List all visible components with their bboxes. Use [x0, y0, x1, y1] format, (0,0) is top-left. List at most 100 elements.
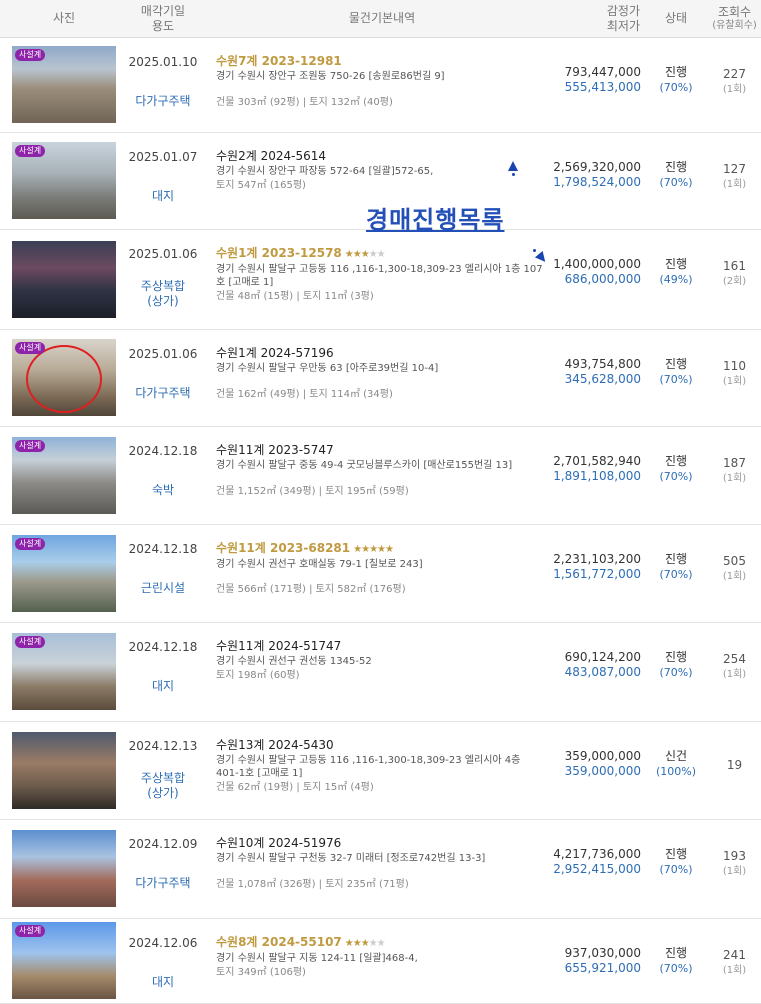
header-date-usage[interactable]: 매각기일 용도	[120, 0, 206, 37]
property-photo[interactable]: 사설계	[12, 46, 116, 123]
views-block: 227 (1회)	[708, 67, 761, 97]
property-photo[interactable]	[12, 830, 116, 907]
header-minimum-label: 최저가	[606, 18, 640, 33]
private-auction-badge: 사설계	[15, 538, 46, 550]
property-usage: 대지	[118, 189, 208, 204]
property-photo[interactable]: 사설계	[12, 142, 116, 219]
property-photo[interactable]: 사설계	[12, 339, 116, 416]
case-number-link[interactable]: 수원8계 2024-55107 ★★★★★	[216, 935, 546, 951]
auction-row[interactable]: 사설계 2024.12.06 대지 수원8계 2024-55107 ★★★★★ 경기 수원…	[0, 918, 761, 1004]
arrow-up-icon	[508, 161, 518, 171]
appraisal-price: 793,447,000	[564, 65, 641, 79]
case-number: 수원1계 2024-57196	[216, 346, 334, 360]
appraisal-price: 937,030,000	[564, 946, 641, 960]
property-usage: 숙박	[118, 483, 208, 498]
auction-row[interactable]: 사설계 2024.12.18 근린시설 수원11계 2023-68281 ★★★★★ 경기…	[0, 524, 761, 623]
minimum-price: 345,628,000	[564, 372, 641, 386]
price-block: 2,569,320,000 1,798,524,000	[540, 160, 641, 190]
views-block: 110 (1회)	[708, 359, 761, 389]
auction-row[interactable]: 사설계 2024.12.18 숙박 수원11계 2023-5747 경기 수원시 팔달구…	[0, 426, 761, 525]
case-number: 수원7계 2023-12981	[216, 54, 342, 68]
case-number-link[interactable]: 수원11계 2024-51747	[216, 639, 546, 654]
status-label: 진행	[664, 357, 688, 371]
case-number-link[interactable]: 수원2계 2024-5614	[216, 149, 546, 164]
case-number-link[interactable]: 수원11계 2023-68281 ★★★★★	[216, 541, 546, 557]
case-number: 수원11계 2024-51747	[216, 639, 342, 653]
usage-label: 주상복합	[140, 279, 186, 293]
price-block: 937,030,000 655,921,000	[540, 946, 641, 976]
case-number: 수원13계 2024-5430	[216, 738, 334, 752]
auction-row[interactable]: 2025.01.06 주상복합 (상가) 수원1계 2023-12578 ★★★★★ 경기…	[0, 229, 761, 330]
private-auction-badge: 사설계	[15, 145, 46, 157]
property-usage: 다가구주택	[118, 876, 208, 891]
views-block: 161 (2회)	[708, 259, 761, 289]
appraisal-price: 359,000,000	[564, 749, 641, 763]
property-photo[interactable]: 사설계	[12, 633, 116, 710]
header-status: 상태	[652, 0, 700, 37]
view-count: 161	[723, 259, 746, 273]
property-info: 수원10계 2024-51976 경기 수원시 팔달구 구천동 32-7 미래터 …	[216, 836, 546, 865]
case-number-link[interactable]: 수원11계 2023-5747	[216, 443, 546, 458]
private-auction-badge: 사설계	[15, 49, 46, 61]
auction-row[interactable]: 2024.12.13 주상복합 (상가) 수원13계 2024-5430 경기 수원시 …	[0, 721, 761, 820]
usage-label: 대지	[151, 189, 175, 203]
property-info: 수원2계 2024-5614 경기 수원시 장안구 파장동 572-64 [일괄]…	[216, 149, 546, 192]
price-block: 2,231,103,200 1,561,772,000	[540, 552, 641, 582]
status-label: 진행	[664, 160, 688, 174]
appraisal-price: 2,231,103,200	[553, 552, 641, 566]
views-block: 127 (1회)	[708, 162, 761, 192]
private-auction-badge: 사설계	[15, 342, 46, 354]
view-count: 505	[723, 554, 746, 568]
status-label: 진행	[664, 454, 688, 468]
property-area: 토지 198㎡ (60평)	[216, 670, 300, 681]
header-fails-label: (유찰회수)	[712, 20, 757, 31]
status-block: 진행 (49%)	[652, 257, 700, 287]
property-area: 토지 349㎡ (106평)	[216, 967, 306, 978]
case-number-link[interactable]: 수원10계 2024-51976	[216, 836, 546, 851]
appraisal-price: 2,701,582,940	[553, 454, 641, 468]
header-views-label: 조회수	[717, 5, 752, 19]
header-price[interactable]: 감정가 최저가	[548, 0, 640, 37]
auction-date: 2024.12.13	[128, 739, 198, 753]
property-photo[interactable]	[12, 241, 116, 318]
property-info: 수원7계 2023-12981 경기 수원시 장안구 조원동 750-26 [송원…	[216, 54, 546, 83]
property-info: 수원11계 2024-51747 경기 수원시 권선구 권선동 1345-52 토지…	[216, 639, 546, 682]
auction-date: 2025.01.07	[128, 150, 198, 164]
auction-row[interactable]: 사설계 2025.01.10 다가구주택 수원7계 2023-12981 경기 수원시 …	[0, 37, 761, 133]
header-photo-label: 사진	[52, 11, 76, 25]
minimum-ratio: (70%)	[659, 962, 693, 975]
case-number-link[interactable]: 수원7계 2023-12981	[216, 54, 546, 69]
case-number-link[interactable]: 수원1계 2024-57196	[216, 346, 546, 361]
price-block: 359,000,000 359,000,000	[540, 749, 641, 779]
property-address: 경기 수원시 팔달구 고등동 116 ,116-1,300-18,309-23 …	[216, 264, 543, 288]
case-number-link[interactable]: 수원13계 2024-5430	[216, 738, 546, 753]
property-usage: 대지	[118, 975, 208, 990]
status-label: 진행	[664, 946, 688, 960]
auction-row[interactable]: 사설계 2024.12.18 대지 수원11계 2024-51747 경기 수원시 권선…	[0, 622, 761, 722]
usage-label: 다가구주택	[135, 94, 191, 108]
property-area: 건물 1,078㎡ (326평) | 토지 235㎡ (71평)	[216, 879, 409, 890]
status-block: 진행 (70%)	[652, 65, 700, 95]
header-views[interactable]: 조회수 (유찰회수)	[708, 0, 761, 37]
price-block: 793,447,000 555,413,000	[540, 65, 641, 95]
appraisal-price: 1,400,000,000	[553, 257, 641, 271]
auction-date: 2025.01.10	[128, 55, 198, 69]
auction-row[interactable]: 2024.12.09 다가구주택 수원10계 2024-51976 경기 수원시 팔달…	[0, 819, 761, 919]
property-area: 건물 566㎡ (171평) | 토지 582㎡ (176평)	[216, 584, 406, 595]
property-address: 경기 수원시 팔달구 지동 124-11 [일괄]468-4,	[216, 953, 418, 964]
property-area: 토지 547㎡ (165평)	[216, 180, 306, 191]
property-photo[interactable]: 사설계	[12, 535, 116, 612]
property-photo[interactable]	[12, 732, 116, 809]
minimum-ratio: (70%)	[659, 81, 693, 94]
minimum-price: 555,413,000	[564, 80, 641, 94]
auction-row[interactable]: 사설계 2025.01.06 다가구주택 수원1계 2024-57196 경기 수원시 …	[0, 329, 761, 427]
case-number-link[interactable]: 수원1계 2023-12578 ★★★★★	[216, 246, 546, 262]
appraisal-price: 2,569,320,000	[553, 160, 641, 174]
property-photo[interactable]: 사설계	[12, 437, 116, 514]
property-photo[interactable]: 사설계	[12, 922, 116, 999]
fail-count: (1회)	[722, 866, 747, 877]
view-count: 110	[723, 359, 746, 373]
minimum-price: 1,561,772,000	[553, 567, 641, 581]
minimum-ratio: (70%)	[659, 863, 693, 876]
usage-label: 대지	[151, 679, 175, 693]
